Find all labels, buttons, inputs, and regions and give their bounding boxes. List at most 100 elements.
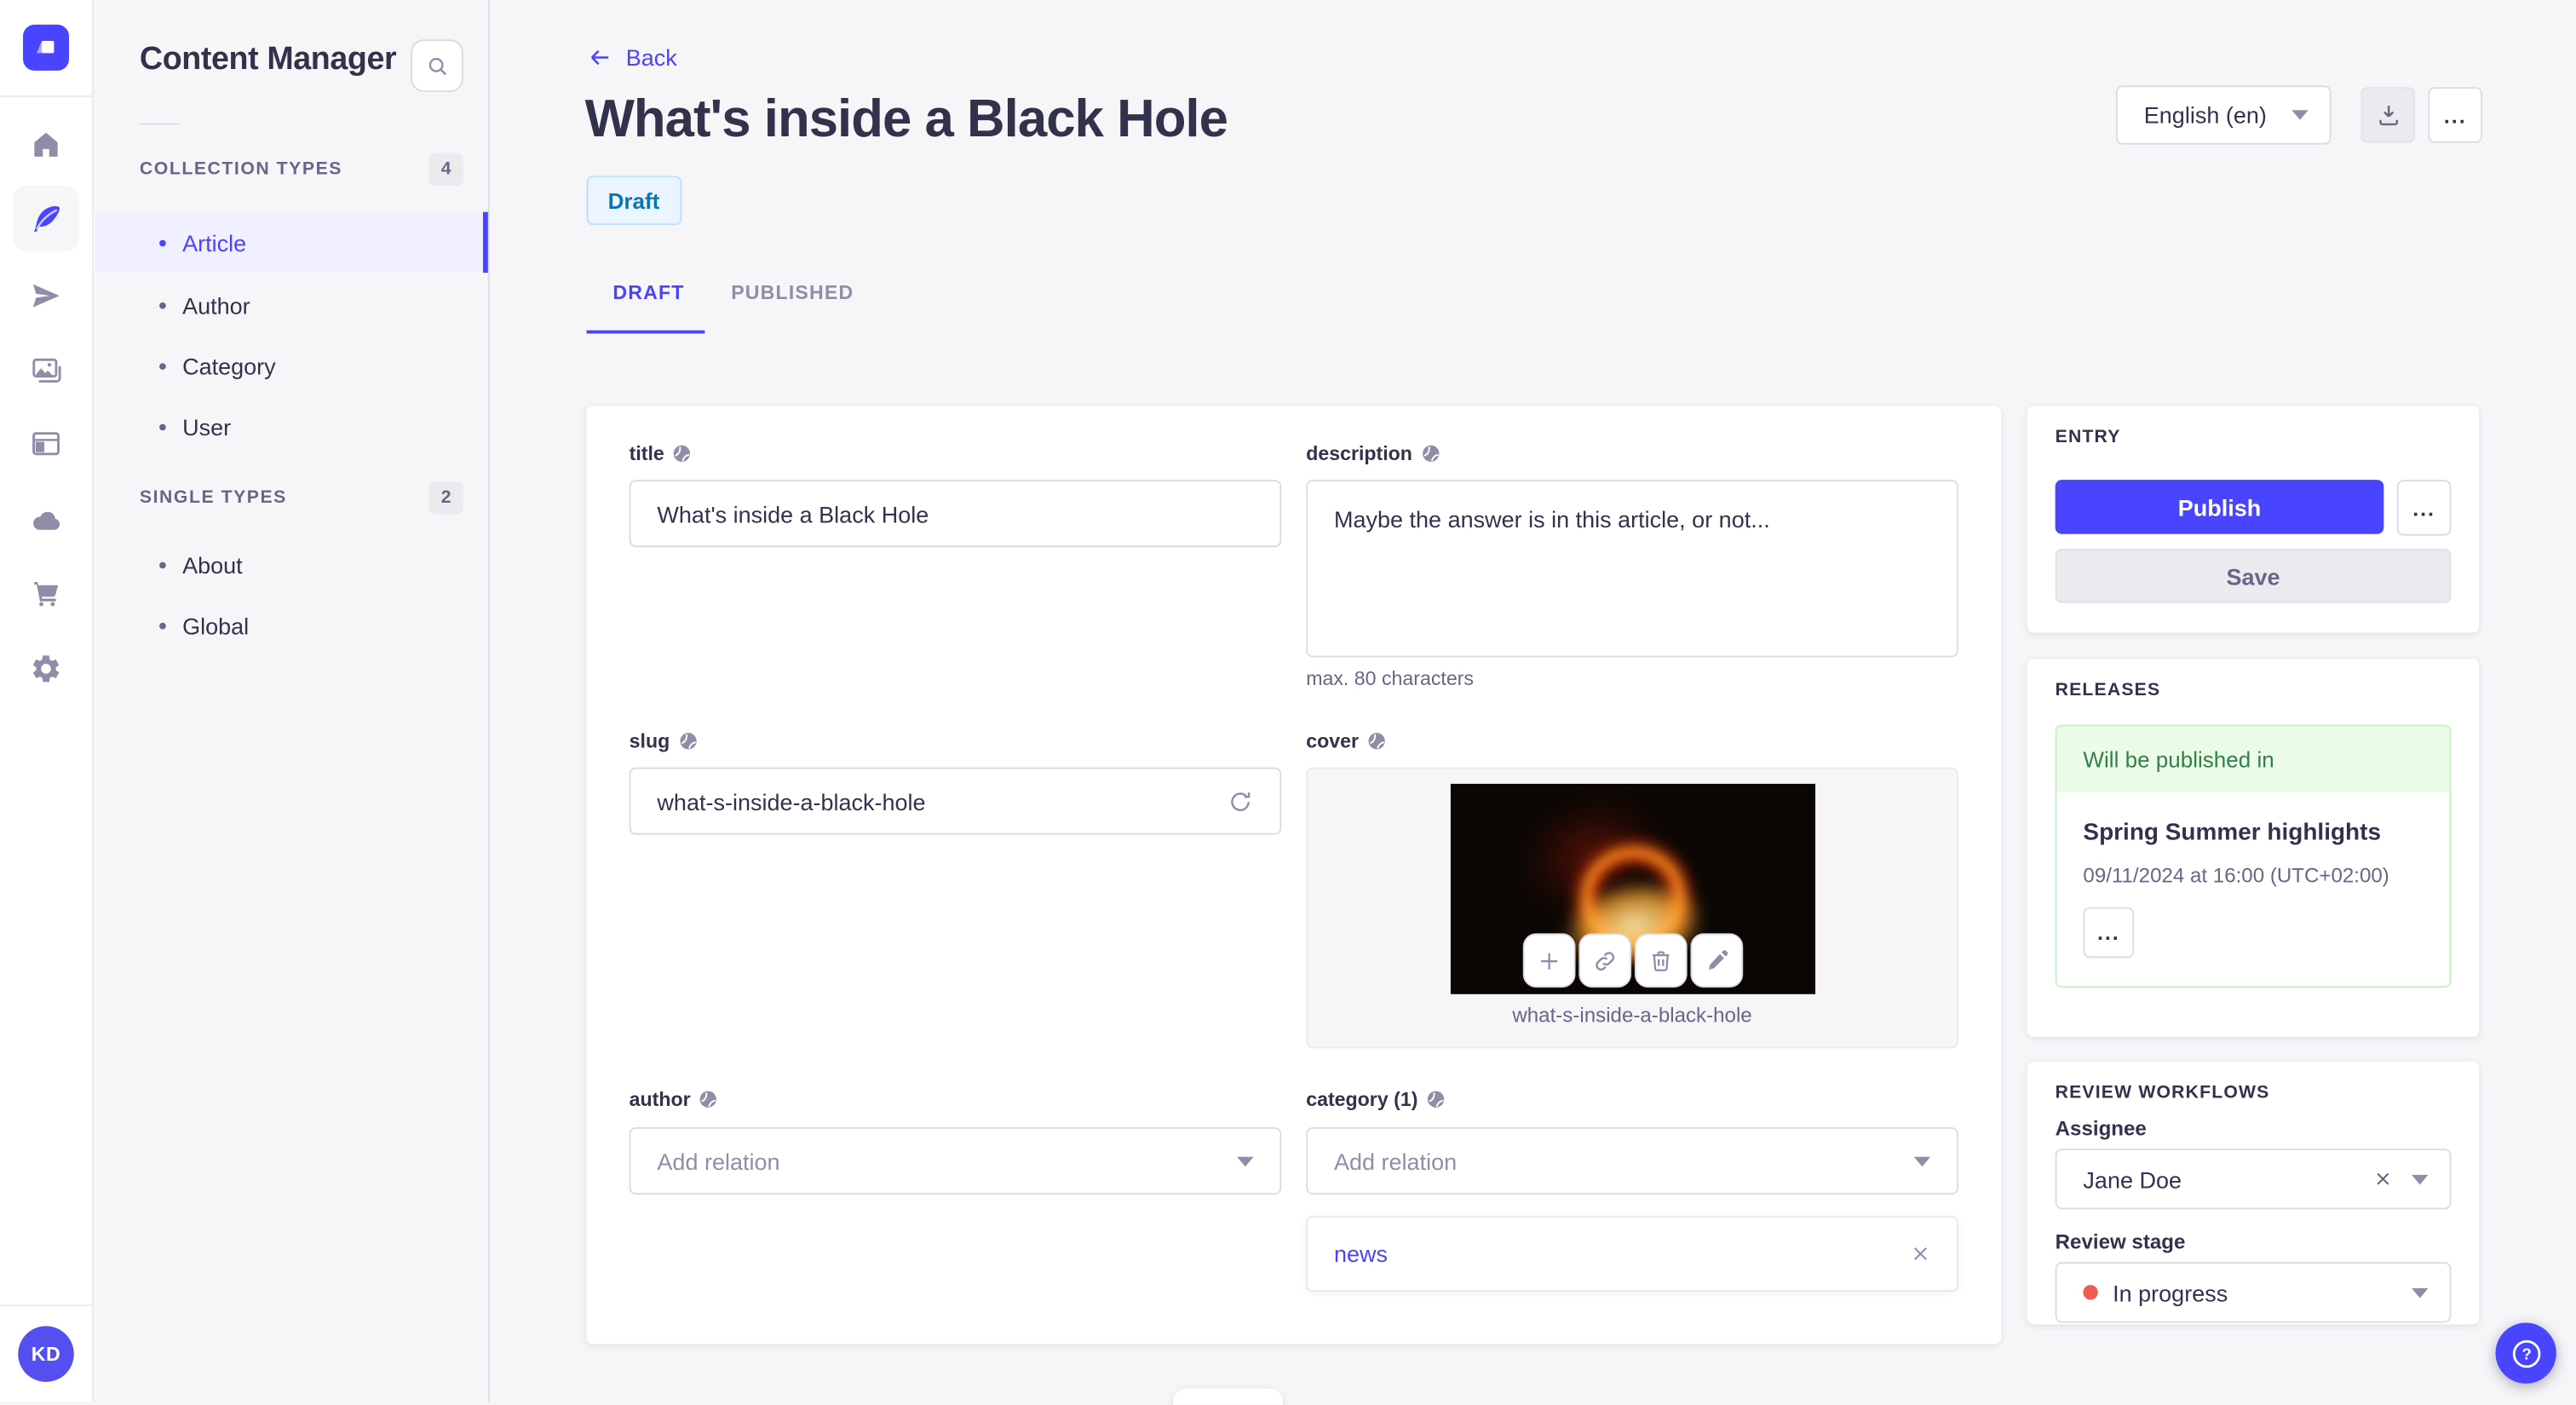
sidebar-item-about[interactable]: About xyxy=(95,534,488,595)
sidebar-item-user[interactable]: User xyxy=(95,396,488,457)
settings-gear-icon xyxy=(33,655,60,682)
release-date: 09/11/2024 at 16:00 (UTC+02:00) xyxy=(2083,864,2389,888)
sidebar-item-label: Author xyxy=(182,291,250,319)
svg-text:?: ? xyxy=(2521,1345,2531,1362)
sidebar-item-category[interactable]: Category xyxy=(95,335,488,395)
single-types-label: SINGLE TYPES xyxy=(139,487,287,508)
locale-select[interactable]: English (en) xyxy=(2115,85,2332,145)
release-more-button[interactable]: ... xyxy=(2083,907,2135,959)
sidebar-title: Content Manager xyxy=(139,41,397,78)
home-icon xyxy=(34,132,58,157)
strapi-logo[interactable] xyxy=(22,24,69,71)
tab-draft[interactable]: DRAFT xyxy=(612,281,684,304)
sidebar-item-label: Category xyxy=(182,352,276,379)
release-name[interactable]: Spring Summer highlights xyxy=(2083,820,2381,846)
slug-input[interactable]: what-s-inside-a-black-hole xyxy=(629,767,1282,835)
tab-published[interactable]: PUBLISHED xyxy=(731,281,854,304)
author-label-text: author xyxy=(629,1087,691,1111)
title-input-value: What's inside a Black Hole xyxy=(657,500,929,527)
single-types-count-badge: 2 xyxy=(428,481,463,515)
releases-panel-heading: RELEASES xyxy=(2055,680,2161,700)
review-workflows-panel: REVIEW WORKFLOWS Assignee Jane Doe Revie… xyxy=(2027,1061,2480,1325)
description-helper-text: max. 80 characters xyxy=(1306,666,1475,690)
category-label-text: category (1) xyxy=(1306,1087,1418,1111)
collection-types-label: COLLECTION TYPES xyxy=(139,159,342,180)
nav-home-button[interactable] xyxy=(13,112,78,177)
title-label-text: title xyxy=(629,441,664,465)
back-label: Back xyxy=(625,44,677,71)
regenerate-icon[interactable] xyxy=(1228,788,1254,815)
nav-cloud-button[interactable] xyxy=(13,487,78,552)
release-card: Will be published in Spring Summer highl… xyxy=(2055,724,2452,988)
sidebar-item-label: User xyxy=(182,413,232,440)
nav-content-manager-button[interactable] xyxy=(13,185,79,252)
link-icon xyxy=(1596,951,1615,970)
stage-status-dot xyxy=(2083,1285,2098,1300)
cover-edit-button[interactable] xyxy=(1690,933,1744,988)
entry-panel: ENTRY Publish ... Save xyxy=(2027,406,2480,633)
slug-field-label: slug xyxy=(630,729,698,752)
globe-icon xyxy=(700,1091,717,1108)
assignee-combobox[interactable]: Jane Doe xyxy=(2055,1149,2452,1210)
header-more-button[interactable]: ... xyxy=(2428,87,2483,143)
sidebar-item-author[interactable]: Author xyxy=(95,274,488,335)
rail-user-area: KD xyxy=(0,1304,92,1402)
save-button[interactable]: Save xyxy=(2055,549,2452,603)
cover-add-button[interactable] xyxy=(1522,933,1576,988)
description-label-text: description xyxy=(1306,441,1412,465)
sidebar-item-global[interactable]: Global xyxy=(95,595,488,655)
logo-area xyxy=(0,0,92,97)
globe-icon xyxy=(674,445,691,462)
review-stage-label: Review stage xyxy=(2055,1230,2186,1254)
bullet-icon xyxy=(159,301,166,308)
description-value: Maybe the answer is in this article, or … xyxy=(1333,505,1770,533)
trash-icon xyxy=(1653,950,1670,970)
cover-media-field: what-s-inside-a-black-hole xyxy=(1306,767,1958,1049)
nav-content-type-builder-button[interactable] xyxy=(13,411,78,476)
release-status-header: Will be published in xyxy=(2056,726,2450,792)
author-placeholder: Add relation xyxy=(657,1148,780,1174)
nav-deploy-button[interactable] xyxy=(13,263,78,329)
releases-panel: RELEASES Will be published in Spring Sum… xyxy=(2027,659,2480,1037)
cloud-icon xyxy=(32,510,60,529)
globe-icon xyxy=(1427,1091,1445,1108)
bullet-icon xyxy=(159,239,166,246)
clear-assignee-x-icon[interactable] xyxy=(2374,1170,2392,1188)
entry-more-button[interactable]: ... xyxy=(2396,480,2452,536)
nav-marketplace-button[interactable] xyxy=(13,561,78,626)
publish-button[interactable]: Publish xyxy=(2055,480,2384,534)
slug-label-text: slug xyxy=(629,729,670,753)
chevron-down-icon xyxy=(1237,1155,1254,1166)
sidebar-item-label: About xyxy=(182,551,243,578)
help-fab-button[interactable]: ? xyxy=(2495,1322,2556,1384)
download-button[interactable] xyxy=(2360,87,2415,143)
nav-settings-button[interactable] xyxy=(13,636,78,701)
review-stage-combobox[interactable]: In progress xyxy=(2055,1262,2452,1323)
sidebar-search-button[interactable] xyxy=(411,39,463,92)
remove-relation-x-icon[interactable] xyxy=(1911,1244,1930,1264)
nav-media-library-button[interactable] xyxy=(13,337,78,402)
sidebar-item-label: Global xyxy=(182,612,250,639)
sidebar-divider xyxy=(139,123,180,125)
layout-icon xyxy=(32,432,60,456)
entry-panel-heading: ENTRY xyxy=(2055,427,2121,447)
category-relation-item: news xyxy=(1306,1216,1958,1292)
back-link[interactable]: Back xyxy=(586,44,677,71)
cover-copy-link-button[interactable] xyxy=(1578,933,1632,988)
slug-input-value: what-s-inside-a-black-hole xyxy=(657,787,926,815)
status-badge: Draft xyxy=(586,176,681,226)
cart-icon xyxy=(34,582,59,607)
author-relation-combobox[interactable]: Add relation xyxy=(629,1126,1282,1195)
media-library-icon xyxy=(32,357,60,383)
description-textarea[interactable]: Maybe the answer is in this article, or … xyxy=(1306,480,1958,658)
sidebar-item-article[interactable]: Article xyxy=(95,211,488,274)
user-avatar[interactable]: KD xyxy=(18,1326,74,1382)
category-relation-combobox[interactable]: Add relation xyxy=(1306,1126,1958,1195)
title-input[interactable]: What's inside a Black Hole xyxy=(629,480,1282,548)
cover-label-text: cover xyxy=(1306,729,1359,753)
more-dots: ... xyxy=(2443,102,2467,128)
cover-delete-button[interactable] xyxy=(1634,933,1688,988)
relation-news-link[interactable]: news xyxy=(1334,1241,1388,1267)
globe-icon xyxy=(1368,733,1385,750)
content-manager-sidebar: Content Manager COLLECTION TYPES 4 Artic… xyxy=(95,0,490,1402)
